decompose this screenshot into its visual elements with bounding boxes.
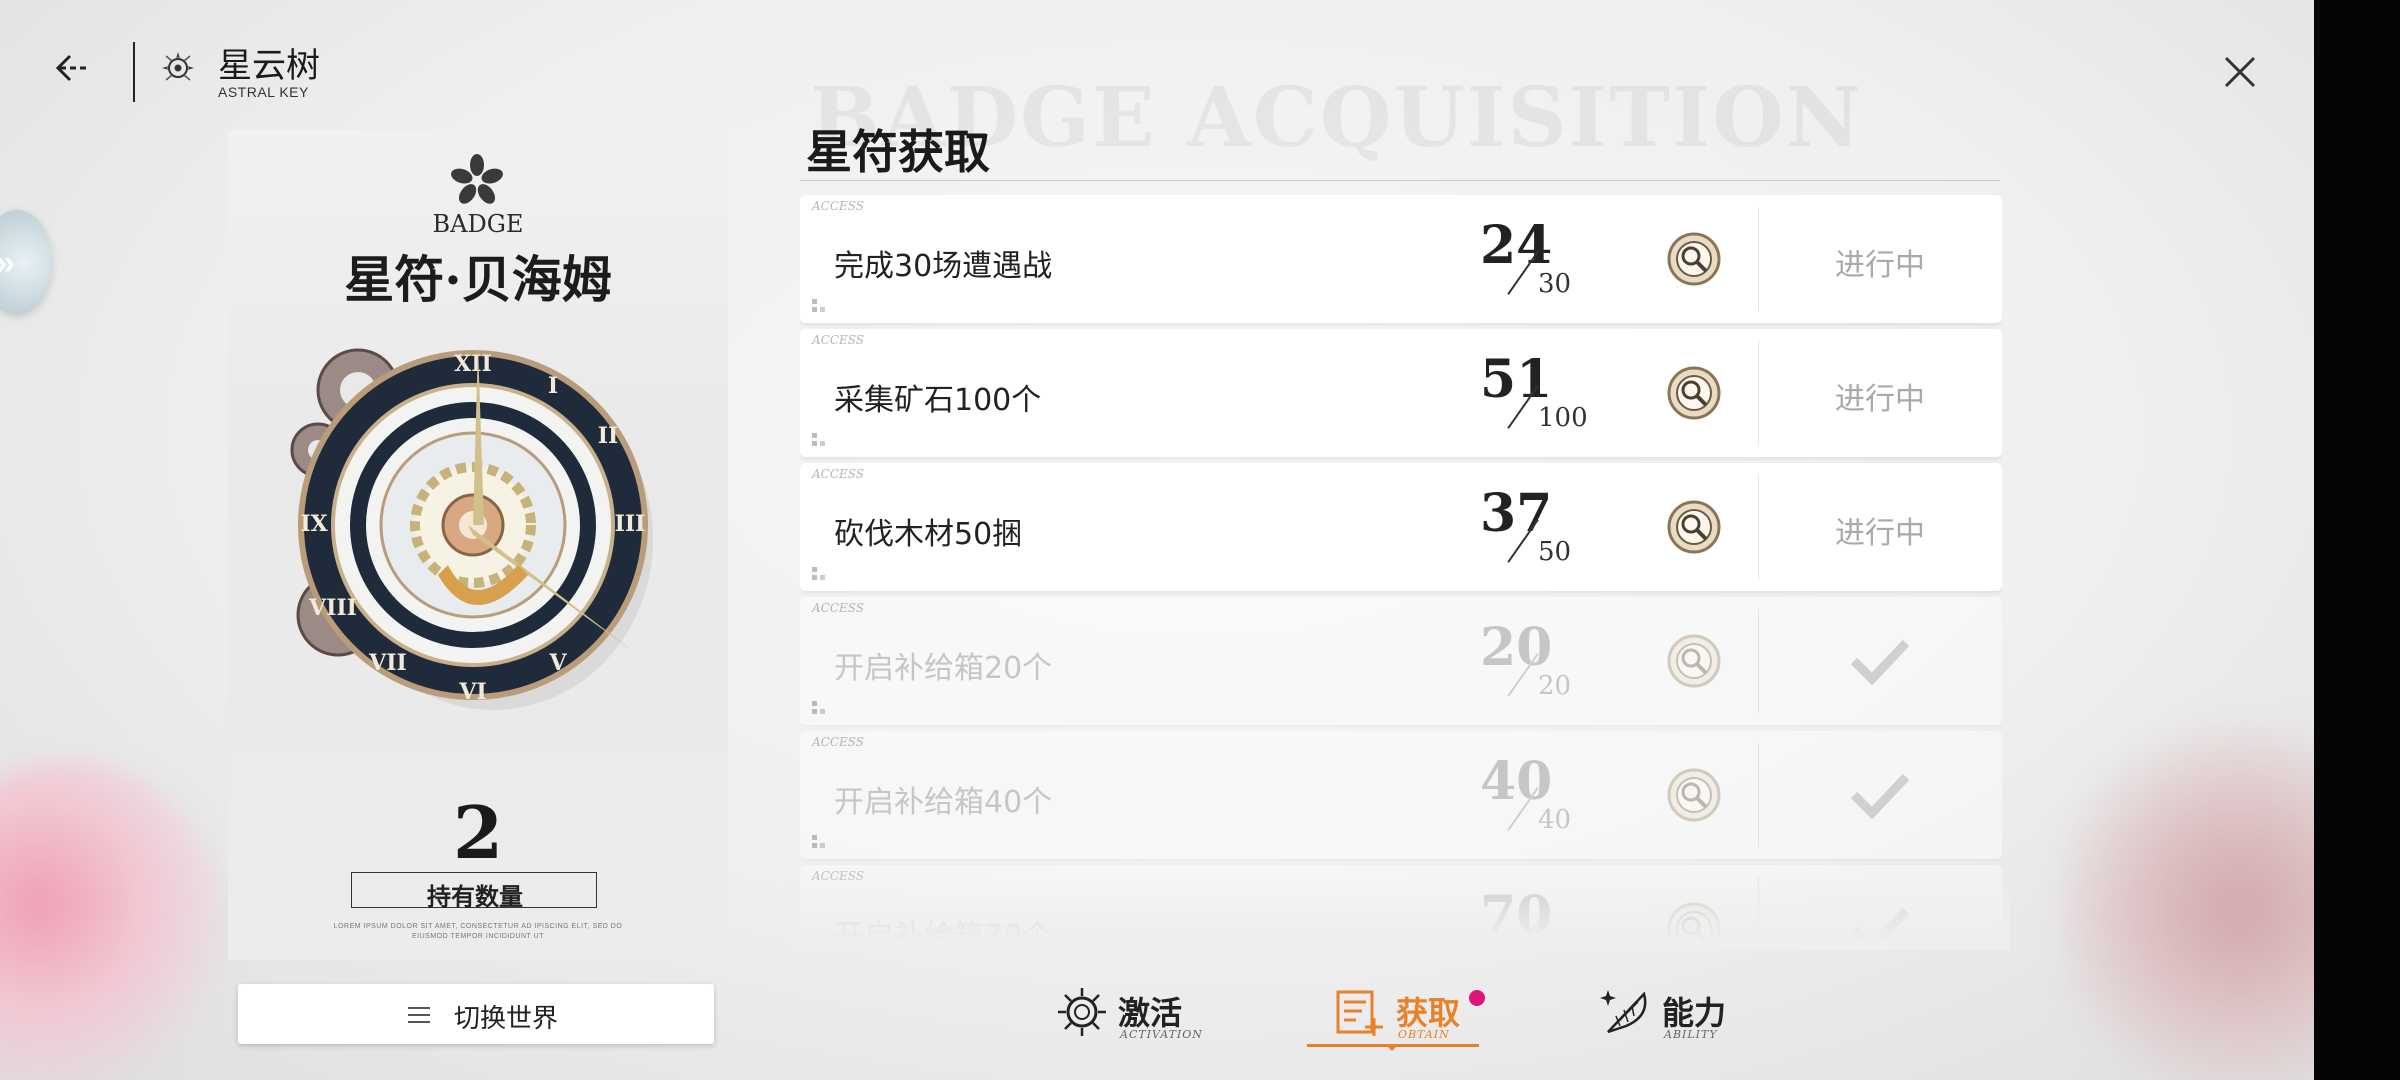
count-label: 持有数量 [427, 882, 523, 911]
svg-text:XII: XII [454, 351, 492, 377]
task-row[interactable]: ACCESS 采集矿石100个 51 100 进行中 [800, 329, 2002, 457]
task-progress-total: 50 [1538, 537, 1572, 567]
badge-reward-icon[interactable] [1666, 633, 1722, 689]
task-row[interactable]: ACCESS 完成30场遭遇战 24 30 进行中 [800, 195, 2002, 323]
svg-text:V: V [548, 650, 567, 676]
task-progress-current: 37 [1480, 483, 1553, 544]
badge-name: 星符·贝海姆 [344, 250, 612, 309]
fine-print: LOREM IPSUM DOLOR SIT AMET, CONSECTETUR … [333, 923, 623, 940]
task-description: 砍伐木材50捆 [834, 517, 1023, 552]
svg-text:VIII: VIII [308, 595, 357, 621]
task-description: 完成30场遭遇战 [834, 249, 1053, 284]
task-progress-total: 40 [1538, 805, 1572, 835]
sun-gear-icon [1058, 988, 1106, 1036]
list-fade-mask [790, 860, 2010, 950]
tab-ability[interactable]: 能力 ABILITY [1600, 982, 1760, 1052]
row-tag: ACCESS [812, 467, 865, 481]
screen-edge-strip [2314, 0, 2400, 1080]
switch-world-button[interactable]: 切换世界 [238, 984, 714, 1044]
corner-dots-icon [812, 299, 825, 312]
clockwork-badge-image: XII I II III V VI VII VIII IX [290, 345, 653, 710]
task-description: 开启补给箱20个 [834, 651, 1053, 686]
corner-dots-icon [812, 701, 825, 714]
svg-text:VI: VI [458, 679, 486, 705]
check-icon [1850, 773, 1910, 819]
task-list[interactable]: ACCESS 完成30场遭遇战 24 30 进行中 ACCESS 采集矿石100… [800, 195, 2002, 940]
list-add-icon [1336, 990, 1383, 1036]
notification-dot [1469, 990, 1485, 1006]
task-progress-total: 100 [1538, 403, 1588, 433]
active-tab-notch [1385, 1044, 1399, 1051]
svg-text:III: III [615, 511, 646, 537]
row-tag: ACCESS [812, 333, 865, 347]
task-row[interactable]: ACCESS 开启补给箱20个 20 20 [800, 597, 2002, 725]
header-divider [133, 42, 135, 102]
section-title: 星符获取 [806, 125, 990, 179]
badge-reward-icon[interactable] [1666, 365, 1722, 421]
tab-obtain-sub: OBTAIN [1398, 1028, 1450, 1041]
badge-reward-icon[interactable] [1666, 767, 1722, 823]
task-progress-current: 24 [1480, 215, 1553, 276]
badge-count: 2 [452, 790, 504, 875]
badge-panel: BADGE 星符·贝海姆 XII I II III V VI VII VIII … [228, 130, 728, 960]
task-row[interactable]: ACCESS 开启补给箱40个 40 40 [800, 731, 2002, 859]
count-label-box: 持有数量 [351, 872, 597, 911]
task-status: 进行中 [1835, 248, 1925, 283]
task-row[interactable]: ACCESS 砍伐木材50捆 37 50 进行中 [800, 463, 2002, 591]
svg-text:VII: VII [368, 650, 407, 676]
row-divider [1758, 743, 1759, 847]
switch-world-label: 切换世界 [454, 1004, 559, 1034]
badge-kicker: BADGE [432, 210, 524, 238]
menu-lines-icon [408, 1007, 430, 1023]
badge-reward-icon[interactable] [1666, 231, 1722, 287]
world-subtitle: ASTRAL KEY [218, 84, 309, 100]
task-progress-total: 20 [1538, 671, 1572, 701]
astral-key-emblem-icon [162, 52, 194, 81]
tab-activation[interactable]: 激活 ACTIVATION [1056, 982, 1216, 1052]
sakura-flower-icon [451, 154, 503, 204]
svg-text:II: II [598, 423, 619, 449]
check-icon [1850, 639, 1910, 685]
corner-dots-icon [812, 567, 825, 580]
tab-ability-sub: ABILITY [1664, 1028, 1718, 1041]
decorative-blur-left [0, 760, 230, 1080]
task-progress-current: 51 [1480, 349, 1553, 410]
task-progress-current: 40 [1480, 751, 1553, 812]
row-tag: ACCESS [812, 199, 865, 213]
task-progress-current: 20 [1480, 617, 1553, 678]
side-expand-tab[interactable]: » [0, 210, 52, 315]
corner-dots-icon [812, 433, 825, 446]
tab-activation-sub: ACTIVATION [1120, 1028, 1203, 1041]
task-description: 开启补给箱40个 [834, 785, 1053, 820]
row-divider [1758, 609, 1759, 713]
close-icon[interactable] [2220, 52, 2260, 92]
section-rule [800, 180, 2000, 181]
task-status: 进行中 [1835, 516, 1925, 551]
svg-text:I: I [548, 373, 558, 399]
back-arrow-icon[interactable] [52, 48, 92, 88]
double-chevron-icon: » [0, 244, 15, 283]
task-description: 采集矿石100个 [834, 383, 1042, 418]
task-progress-total: 30 [1538, 269, 1572, 299]
app-root: » 星云树 ASTRAL KEY BADGE 星符·贝海姆 [0, 0, 2400, 1080]
row-tag: ACCESS [812, 735, 865, 749]
world-title: 星云树 [218, 46, 320, 86]
row-tag: ACCESS [812, 601, 865, 615]
task-status: 进行中 [1835, 382, 1925, 417]
feather-icon [1600, 990, 1647, 1034]
svg-text:IX: IX [300, 511, 328, 537]
badge-reward-icon[interactable] [1666, 499, 1722, 555]
corner-dots-icon [812, 835, 825, 848]
